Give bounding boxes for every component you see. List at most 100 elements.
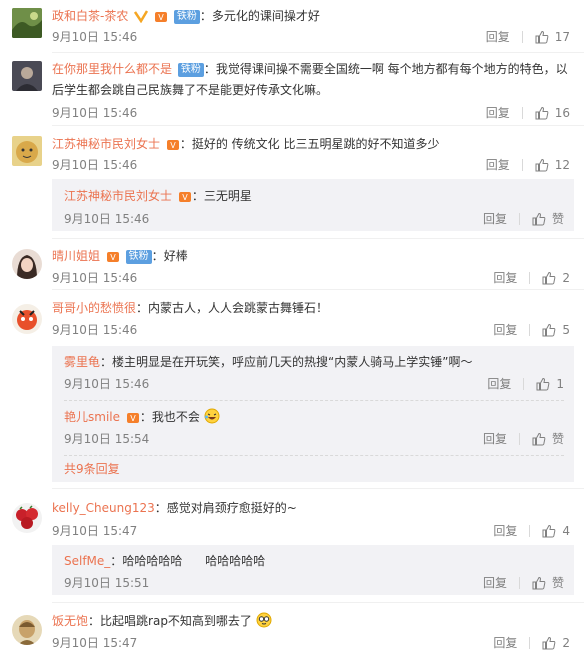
divider bbox=[64, 455, 564, 456]
thumbs-up-icon bbox=[535, 30, 549, 44]
like-count: 2 bbox=[562, 636, 570, 650]
reply-item: 艳儿smile V ：我也不会 9月10日 15:54 回复 赞 bbox=[52, 401, 574, 455]
reply-button[interactable]: 回复 bbox=[493, 322, 517, 338]
thumbs-up-icon bbox=[532, 212, 546, 226]
divider bbox=[529, 525, 531, 537]
reply-button[interactable]: 回复 bbox=[493, 270, 517, 286]
reply-actions: 回复 赞 bbox=[483, 211, 564, 227]
thumbs-up-icon bbox=[542, 323, 556, 337]
avatar[interactable] bbox=[12, 61, 42, 91]
thumbs-up-icon bbox=[542, 524, 556, 538]
divider bbox=[518, 577, 520, 589]
divider bbox=[529, 637, 531, 649]
divider bbox=[518, 213, 520, 225]
reply-button[interactable]: 回复 bbox=[486, 157, 510, 173]
reply-button[interactable]: 回复 bbox=[483, 575, 507, 591]
member-crown-icon: V bbox=[178, 192, 191, 202]
like-button[interactable]: 5 bbox=[542, 322, 570, 338]
reply-text: 我也不会 bbox=[151, 410, 200, 424]
reply-text: 三无明星 bbox=[203, 189, 252, 203]
like-count: 12 bbox=[554, 158, 570, 172]
reply-button[interactable]: 回复 bbox=[487, 376, 511, 392]
username-link[interactable]: kelly_Cheung123 bbox=[52, 501, 155, 515]
comment-text: 好棒 bbox=[163, 249, 188, 263]
fan-badge: 铁粉 bbox=[177, 63, 204, 77]
reply-panel: 雾里龟：楼主明显是在开玩笑，呼应前几天的热搜“内蒙人骑马上学实锤”啊～ 9月10… bbox=[52, 346, 574, 482]
svg-text:V: V bbox=[170, 141, 176, 150]
username-link[interactable]: 江苏神秘市民刘女士 bbox=[52, 137, 160, 151]
laughing-emoji-icon bbox=[204, 408, 220, 424]
thumbs-up-icon bbox=[535, 106, 549, 120]
avatar[interactable] bbox=[12, 136, 42, 166]
like-button[interactable]: 赞 bbox=[532, 431, 564, 447]
username-link[interactable]: SelfMe_ bbox=[64, 554, 110, 568]
avatar-image-icon bbox=[12, 615, 42, 645]
comment-text: 内蒙古人，人人会跳蒙古舞锤石！ bbox=[148, 301, 329, 315]
like-button[interactable]: 12 bbox=[535, 157, 570, 173]
thumbs-up-icon bbox=[532, 432, 546, 446]
avatar-image-icon bbox=[12, 249, 42, 279]
like-label: 赞 bbox=[551, 576, 564, 590]
comment-text: 多元化的课间操才好 bbox=[211, 9, 320, 23]
avatar-image-icon bbox=[12, 61, 42, 91]
comment-line: 江苏神秘市民刘女士 V ：挺好的 传统文化 比三五明星跳的好不知道多少 bbox=[52, 137, 440, 151]
divider bbox=[529, 324, 531, 336]
comment-line: kelly_Cheung123：感觉对肩颈疗愈挺好的~ bbox=[52, 501, 297, 515]
comment-text: 挺好的 传统文化 比三五明星跳的好不知道多少 bbox=[191, 137, 440, 151]
username-link[interactable]: 饭无饱 bbox=[52, 614, 88, 628]
like-button[interactable]: 赞 bbox=[532, 575, 564, 591]
divider bbox=[518, 433, 520, 445]
thumbs-up-icon bbox=[542, 271, 556, 285]
reply-item: 雾里龟：楼主明显是在开玩笑，呼应前几天的热搜“内蒙人骑马上学实锤”啊～ 9月10… bbox=[52, 346, 574, 400]
reply-button[interactable]: 回复 bbox=[493, 523, 517, 539]
like-button[interactable]: 赞 bbox=[532, 211, 564, 227]
comment-item: kelly_Cheung123：感觉对肩颈疗愈挺好的~ 9月10日 15:47 … bbox=[0, 489, 584, 601]
like-button[interactable]: 1 bbox=[536, 376, 564, 392]
avatar[interactable] bbox=[12, 249, 42, 279]
username-link[interactable]: 雾里龟 bbox=[64, 355, 100, 369]
username-link[interactable]: 哥哥小的愁愤很 bbox=[52, 301, 136, 315]
reply-button[interactable]: 回复 bbox=[486, 29, 510, 45]
username-link[interactable]: 在你那里我什么都不是 bbox=[52, 62, 172, 76]
avatar-image-icon bbox=[12, 136, 42, 166]
reply-button[interactable]: 回复 bbox=[493, 635, 517, 651]
like-count: 4 bbox=[562, 524, 570, 538]
like-button[interactable]: 4 bbox=[542, 523, 570, 539]
like-button[interactable]: 17 bbox=[535, 29, 570, 45]
divider bbox=[521, 107, 523, 119]
like-button[interactable]: 2 bbox=[542, 635, 570, 651]
username-link[interactable]: 晴川姐姐 bbox=[52, 249, 100, 263]
comment-item: 晴川姐姐 V 铁粉 ：好棒 9月10日 15:46 回复 2 bbox=[0, 239, 584, 289]
comment-text: 比起唱跳rap不知高到哪去了 bbox=[100, 614, 252, 628]
reply-line: 艳儿smile V ：我也不会 bbox=[64, 407, 564, 427]
reply-button[interactable]: 回复 bbox=[483, 431, 507, 447]
comment-actions: 回复 2 bbox=[493, 270, 570, 286]
username-link[interactable]: 艳儿smile bbox=[64, 410, 120, 424]
comment-line: 哥哥小的愁愤很：内蒙古人，人人会跳蒙古舞锤石！ bbox=[52, 301, 329, 315]
more-replies-link[interactable]: 共9条回复 bbox=[64, 460, 120, 477]
like-label: 赞 bbox=[551, 212, 564, 226]
reply-actions: 回复 赞 bbox=[483, 431, 564, 447]
avatar[interactable] bbox=[12, 8, 42, 38]
username-link[interactable]: 政和白茶-茶农 bbox=[52, 9, 128, 23]
avatar-image-icon bbox=[12, 304, 42, 334]
avatar[interactable] bbox=[12, 615, 42, 645]
like-button[interactable]: 2 bbox=[542, 270, 570, 286]
member-crown-icon: V bbox=[166, 140, 179, 150]
avatar[interactable] bbox=[12, 304, 42, 334]
like-button[interactable]: 16 bbox=[535, 105, 570, 121]
reply-time: 9月10日 15:51 bbox=[64, 576, 150, 590]
divider bbox=[523, 378, 525, 390]
username-link[interactable]: 江苏神秘市民刘女士 bbox=[64, 189, 172, 203]
reply-panel: 江苏神秘市民刘女士 V ：三无明星 9月10日 15:46 回复 赞 bbox=[52, 179, 574, 231]
reply-actions: 回复 赞 bbox=[483, 575, 564, 591]
reply-button[interactable]: 回复 bbox=[486, 105, 510, 121]
svg-text:V: V bbox=[158, 13, 164, 22]
avatar[interactable] bbox=[12, 503, 42, 533]
reply-text: 楼主明显是在开玩笑，呼应前几天的热搜“内蒙人骑马上学实锤”啊～ bbox=[112, 355, 473, 369]
comment-actions: 回复 12 bbox=[486, 157, 570, 173]
comment-time: 9月10日 15:46 bbox=[52, 30, 138, 44]
avatar-image-icon bbox=[12, 8, 42, 38]
reply-button[interactable]: 回复 bbox=[483, 211, 507, 227]
comment-time: 9月10日 15:46 bbox=[52, 158, 138, 172]
